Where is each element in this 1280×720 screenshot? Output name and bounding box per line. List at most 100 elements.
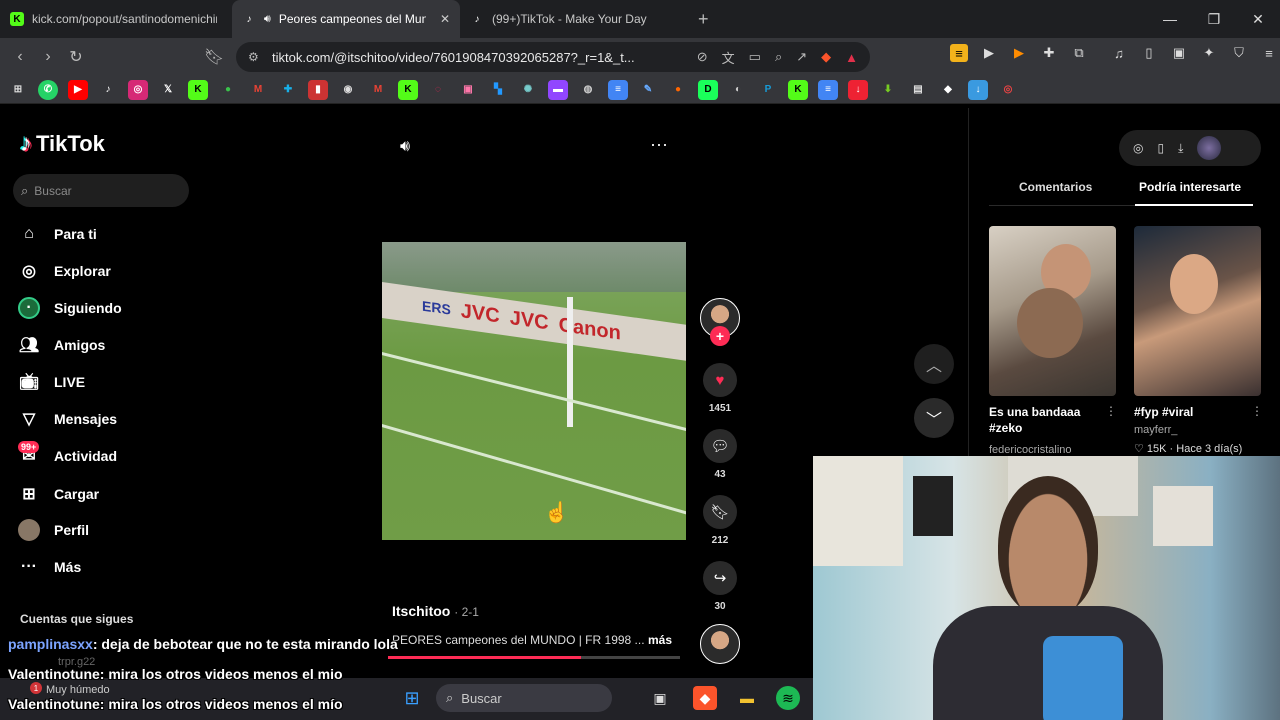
user-avatar[interactable]	[1197, 136, 1222, 160]
video-thumbnail[interactable]	[1134, 226, 1261, 396]
weather-widget[interactable]: Muy húmedo	[46, 684, 110, 696]
task-view-icon[interactable]: ▣	[648, 686, 672, 710]
x-icon[interactable]: 𝕏	[158, 80, 178, 100]
minimize-icon[interactable]: —	[1148, 0, 1192, 38]
share-icon[interactable]: ↗	[796, 49, 807, 65]
apps-icon[interactable]: ⊞	[8, 80, 28, 100]
download-icon[interactable]: ⤓	[1178, 141, 1183, 156]
tiktok-bookmark-icon[interactable]: ♪	[98, 80, 118, 100]
twitch-icon[interactable]: ▬	[548, 79, 568, 100]
site-info-icon[interactable]: ⚙	[248, 50, 259, 64]
search-input[interactable]: ⌕ Buscar	[13, 174, 189, 207]
bookmark-icon[interactable]: ◎	[998, 80, 1018, 100]
bookmark-icon[interactable]: ▣	[458, 80, 478, 100]
download-bookmark-icon[interactable]: ↓	[968, 79, 988, 100]
youtube-icon[interactable]: ▶	[68, 79, 88, 100]
video-more-icon[interactable]: ⋮	[1105, 404, 1117, 418]
media-icon[interactable]: ♫	[1110, 44, 1128, 62]
file-icon[interactable]: ▤	[908, 80, 928, 100]
menu-icon[interactable]: ≡	[1260, 44, 1278, 62]
tiktok-logo[interactable]: ♪ TikTok	[20, 130, 105, 158]
kick-bookmark-icon[interactable]: K	[188, 79, 208, 100]
video-player[interactable]: ERS JVC JVC Canon	[382, 242, 686, 540]
whatsapp-icon[interactable]: ✆	[38, 79, 58, 100]
bookmark-icon[interactable]: ▚	[488, 80, 508, 100]
bookmark-icon[interactable]: ◍	[578, 80, 598, 100]
wallet-icon[interactable]: ≡	[950, 44, 968, 62]
video-more-icon[interactable]: ⋮	[1251, 404, 1263, 418]
video-thumbnail[interactable]	[989, 226, 1116, 396]
spotify-icon[interactable]: ≋	[776, 686, 800, 710]
bookmark-icon[interactable]: ◆	[938, 80, 958, 100]
sidebar-item-amigos[interactable]: 👥︎ Amigos	[18, 331, 106, 359]
share-button[interactable]: ↪ 30	[700, 561, 740, 612]
bookmark-icon[interactable]: ●	[218, 80, 238, 100]
github-icon[interactable]: ◉	[338, 80, 358, 100]
file-explorer-icon[interactable]: ▬	[735, 686, 759, 710]
tab-search-icon[interactable]: ⧉	[1070, 44, 1088, 62]
brave-shield-icon[interactable]: ◆	[821, 49, 831, 65]
cast-icon[interactable]: ▭	[749, 49, 761, 65]
tab-kick[interactable]: K kick.com/popout/santinodomenichin	[0, 0, 232, 38]
bookmark-icon[interactable]: 🔖︎	[200, 43, 228, 71]
sidebar-item-explorar[interactable]: ◎ Explorar	[18, 257, 111, 285]
leo-icon[interactable]: ✦	[1200, 44, 1218, 62]
bookmark-icon[interactable]: ◌	[428, 80, 448, 100]
extensions-icon[interactable]: ✚	[1040, 44, 1058, 62]
mobile-icon[interactable]: ▯	[1157, 141, 1164, 155]
vpn-icon[interactable]: ⛉	[1230, 44, 1248, 62]
docs-icon[interactable]: ≡	[818, 79, 838, 100]
bookmark-icon[interactable]: D	[698, 79, 718, 100]
close-tab-icon[interactable]: ✕	[440, 12, 450, 26]
orange-play-icon[interactable]: ▶	[1010, 44, 1028, 62]
kick-bookmark-icon[interactable]: K	[398, 79, 418, 100]
bookmark-icon[interactable]: ●	[668, 80, 688, 100]
previous-video-icon[interactable]: ︿	[914, 344, 954, 384]
more-options-icon[interactable]: ···	[650, 134, 668, 155]
close-icon[interactable]: ✕	[1236, 0, 1280, 38]
translate-icon[interactable]: 文	[722, 48, 735, 67]
zoom-icon[interactable]: ⌕	[775, 49, 782, 65]
download-bookmark-icon[interactable]: ↓	[848, 79, 868, 100]
follow-plus-icon[interactable]: +	[710, 326, 730, 346]
video-caption[interactable]: Es una bandaaa #zeko	[989, 404, 1089, 436]
bookmark-icon[interactable]: ◐	[728, 80, 748, 100]
gmail-icon[interactable]: M	[368, 80, 388, 100]
comment-button[interactable]: 💬︎ 43	[700, 429, 740, 480]
tab-tiktok-home[interactable]: ♪ (99+)TikTok - Make Your Day	[460, 0, 688, 38]
next-video-icon[interactable]: ﹀	[914, 398, 954, 438]
sidebar-item-perfil[interactable]: Perfil	[18, 516, 89, 544]
video-author[interactable]: Itschitoo · 2-1	[392, 603, 479, 619]
compass-icon[interactable]: ◎	[1133, 141, 1143, 155]
author-avatar-button[interactable]: +	[700, 298, 740, 346]
video-user[interactable]: mayferr_	[1134, 424, 1177, 436]
sidebar-icon[interactable]: ▯	[1140, 44, 1158, 62]
sidebar-item-mensajes[interactable]: ▽ Mensajes	[18, 405, 117, 433]
maximize-icon[interactable]: ❐	[1192, 0, 1236, 38]
bookmark-icon[interactable]: ✎	[638, 80, 658, 100]
taskbar-search[interactable]: ⌕ Buscar	[436, 684, 612, 712]
paypal-icon[interactable]: P	[758, 80, 778, 100]
sidebar-item-mas[interactable]: ··· Más	[18, 553, 81, 581]
wallet-outline-icon[interactable]: ▣	[1170, 44, 1188, 62]
download-bookmark-icon[interactable]: ⬇	[878, 80, 898, 100]
kick-bookmark-icon[interactable]: K	[788, 79, 808, 100]
instagram-icon[interactable]: ◎	[128, 79, 148, 100]
video-caption[interactable]: #fyp #viral	[1134, 404, 1193, 420]
save-button[interactable]: 🔖︎ 212	[700, 495, 740, 546]
chart-bookmark-icon[interactable]: ▮	[308, 79, 328, 100]
sound-avatar[interactable]	[700, 624, 740, 664]
bookmark-icon[interactable]: ✚	[278, 80, 298, 100]
video-user[interactable]: federicocristalino	[989, 444, 1072, 456]
sidebar-item-actividad[interactable]: ✉ 99+ Actividad	[18, 441, 117, 470]
address-bar[interactable]: ⚙ tiktok.com/@itschitoo/video/7601908470…	[236, 42, 870, 72]
tab-podria-interesarte[interactable]: Podría interesarte	[1139, 180, 1241, 194]
volume-icon[interactable]: 🔊︎	[400, 138, 410, 156]
sidebar-item-live[interactable]: 📺︎ LIVE	[18, 368, 85, 396]
forward-icon[interactable]: ›	[34, 43, 62, 71]
new-tab-button[interactable]: +	[688, 0, 719, 38]
reload-icon[interactable]: ↻	[62, 43, 90, 71]
gmail-icon[interactable]: M	[248, 80, 268, 100]
play-icon[interactable]: ▶	[980, 44, 998, 62]
like-button[interactable]: ♥ 1451	[700, 363, 740, 414]
